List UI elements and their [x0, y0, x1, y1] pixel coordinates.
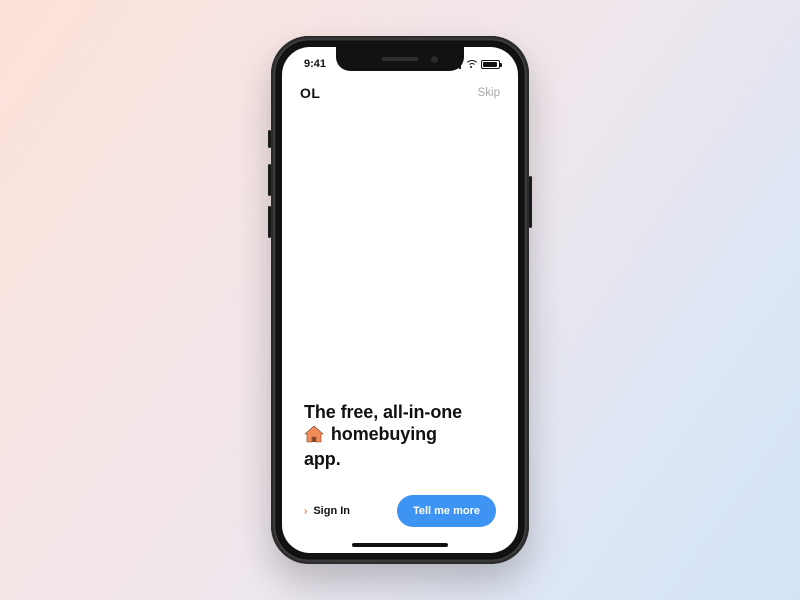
sign-in-label: Sign In [313, 505, 350, 517]
app-logo: OL [300, 85, 320, 101]
notch [336, 47, 464, 71]
phone-frame: 9:41 OL Skip The free, all-in-one [271, 36, 529, 564]
sign-in-button[interactable]: › Sign In [304, 505, 350, 517]
power-button[interactable] [529, 176, 532, 228]
speaker-grille [382, 57, 418, 61]
mute-switch[interactable] [268, 130, 271, 148]
hero-heading: The free, all-in-one homebuying app. [304, 402, 496, 471]
volume-down-button[interactable] [268, 206, 271, 238]
home-indicator[interactable] [352, 543, 448, 547]
front-camera-icon [431, 56, 438, 63]
chevron-right-icon: › [304, 506, 307, 517]
screen: 9:41 OL Skip The free, all-in-one [282, 47, 518, 553]
battery-icon [481, 60, 500, 69]
tell-me-more-button[interactable]: Tell me more [397, 495, 496, 527]
hero-section: The free, all-in-one homebuying app. [282, 402, 518, 485]
wifi-icon [465, 60, 477, 69]
hero-line-3: app. [304, 449, 341, 469]
status-time: 9:41 [304, 58, 326, 70]
hero-spacer [282, 101, 518, 402]
hero-line-2: homebuying [331, 424, 437, 444]
hero-line-1: The free, all-in-one [304, 402, 462, 422]
skip-button[interactable]: Skip [478, 87, 500, 99]
app-header: OL Skip [282, 81, 518, 101]
house-icon [304, 426, 324, 449]
volume-up-button[interactable] [268, 164, 271, 196]
